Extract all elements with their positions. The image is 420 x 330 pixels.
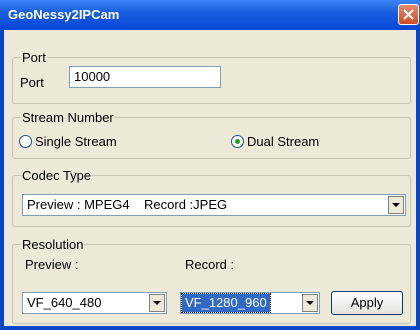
preview-label: Preview : [25, 257, 79, 272]
chevron-down-icon [392, 203, 400, 207]
dialog-body: Port Port 10000 Stream Number Single Str… [4, 30, 416, 326]
single-stream-label[interactable]: Single Stream [35, 134, 117, 149]
single-stream-radio[interactable] [19, 135, 32, 148]
dual-stream-label[interactable]: Dual Stream [247, 134, 319, 149]
resolution-group: Resolution Preview : Record : VF_640_480… [12, 237, 411, 324]
preview-resolution-select[interactable]: VF_640_480 [22, 292, 167, 314]
port-group-label: Port [21, 50, 47, 65]
port-group: Port Port 10000 [12, 50, 411, 104]
record-resolution-value: VF_1280_960 [181, 293, 271, 313]
codec-type-group: Codec Type Preview : MPEG4 Record :JPEG [12, 168, 411, 227]
codec-type-value: Preview : MPEG4 Record :JPEG [27, 197, 228, 212]
preview-resolution-value: VF_640_480 [27, 295, 102, 310]
app-window: GeoNessy2IPCam Port Port 10000 Stream Nu… [0, 0, 420, 330]
window-title: GeoNessy2IPCam [8, 7, 120, 22]
title-bar[interactable]: GeoNessy2IPCam [0, 0, 420, 30]
codec-type-group-label: Codec Type [21, 168, 93, 183]
stream-number-group-label: Stream Number [21, 110, 115, 125]
record-dropdown-button[interactable] [302, 294, 318, 312]
resolution-group-label: Resolution [21, 237, 85, 252]
port-label: Port [20, 75, 44, 90]
chevron-down-icon [306, 301, 314, 305]
radio-selected-dot [235, 139, 240, 144]
preview-dropdown-button[interactable] [149, 294, 165, 312]
port-input[interactable]: 10000 [69, 66, 221, 88]
stream-number-group: Stream Number Single Stream Dual Stream [12, 110, 411, 159]
close-icon [403, 9, 414, 20]
close-button[interactable] [398, 4, 419, 25]
codec-type-select[interactable]: Preview : MPEG4 Record :JPEG [22, 194, 406, 216]
chevron-down-icon [153, 301, 161, 305]
codec-dropdown-button[interactable] [388, 196, 404, 214]
apply-button[interactable]: Apply [331, 291, 403, 315]
record-label: Record : [185, 257, 235, 272]
dual-stream-radio[interactable] [231, 135, 244, 148]
record-resolution-select[interactable]: VF_1280_960 [180, 292, 320, 314]
